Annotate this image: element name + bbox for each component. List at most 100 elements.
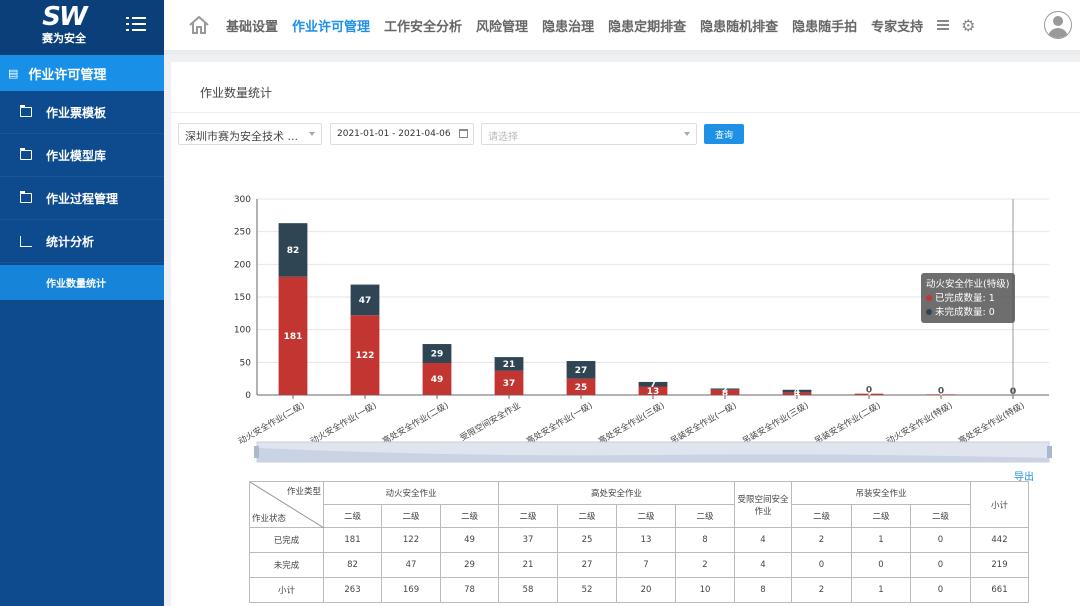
y-tick-label: 50 xyxy=(240,358,252,368)
table-row: 未完成 82 47 29 21 27 7 2 4 0 0 0 219 xyxy=(249,552,1029,578)
table-cell: 58 xyxy=(498,577,558,603)
avatar[interactable] xyxy=(1044,11,1072,39)
table-cell: 263 xyxy=(323,577,382,603)
corner-type-label: 作业类型 xyxy=(286,487,321,497)
table-total-header: 小计 xyxy=(970,481,1029,528)
y-tick-label: 200 xyxy=(234,260,251,270)
company-select[interactable]: 深圳市赛为安全技术 ... xyxy=(178,123,322,145)
bar-data-label: 7 xyxy=(650,380,656,390)
table-cell: 1 xyxy=(851,527,911,553)
table-cell: 8 xyxy=(675,527,735,553)
bar-data-label: 21 xyxy=(503,360,516,370)
tooltip-marker xyxy=(926,295,932,301)
gear-icon[interactable]: ⚙ xyxy=(961,16,975,35)
nav-snapshot[interactable]: 隐患随手拍 xyxy=(792,16,857,35)
bar-data-label: 2 xyxy=(722,385,728,395)
nav-base-settings[interactable]: 基础设置 xyxy=(226,16,278,35)
sidebar-subitem-count-stats[interactable]: 作业数量统计 xyxy=(0,265,164,300)
table-cell: 2 xyxy=(675,552,735,578)
nav-risk-management[interactable]: 风险管理 xyxy=(476,16,528,35)
table-cell: 21 xyxy=(498,552,558,578)
bar-data-label: 29 xyxy=(431,350,444,360)
sidebar-item-label: 作业票模板 xyxy=(46,105,107,120)
table-cell: 78 xyxy=(440,577,499,603)
table-cell: 0 xyxy=(791,552,852,578)
tooltip-title: 动火安全作业(特级) xyxy=(926,278,1009,290)
table-cell: 4 xyxy=(734,527,792,553)
logo-name: 赛为安全 xyxy=(42,32,86,45)
table-cell: 2 xyxy=(791,577,852,603)
sidebar-item-analysis[interactable]: 统计分析 xyxy=(0,220,164,263)
tooltip-line: 未完成数量: 0 xyxy=(935,306,995,318)
bar-data-label: 47 xyxy=(359,296,372,306)
x-tick-label: 高处安全作业(一级) xyxy=(524,400,594,447)
home-icon[interactable] xyxy=(188,15,210,35)
table-cell: 29 xyxy=(440,552,499,578)
page-title: 作业数量统计 xyxy=(200,86,273,100)
sidebar-item-process[interactable]: 作业过程管理 xyxy=(0,177,164,220)
table-cell: 8 xyxy=(734,577,792,603)
table-row-label: 已完成 xyxy=(249,527,324,553)
y-tick-label: 250 xyxy=(234,228,251,238)
table-level-header: 二级 xyxy=(675,504,735,528)
top-navbar: 基础设置 作业许可管理 工作安全分析 风险管理 隐患治理 隐患定期排查 隐患随机… xyxy=(164,0,1080,55)
stats-table: 作业类型 作业状态 动火安全作业 高处安全作业 受限空间安全作业 吊装安全作业 小计 二级二… xyxy=(249,481,1029,603)
table-cell: 27 xyxy=(557,552,617,578)
bar-data-label: 0 xyxy=(866,386,872,396)
job-type-select[interactable]: 请选择 xyxy=(481,123,697,145)
logo: SW 赛为安全 xyxy=(18,4,110,46)
table-row-label: 未完成 xyxy=(249,552,324,578)
more-menu-icon[interactable] xyxy=(937,18,950,32)
table-group-header: 高处安全作业 xyxy=(498,481,735,505)
table-cell: 122 xyxy=(381,527,441,553)
bar-data-label: 82 xyxy=(287,246,300,256)
permit-icon: ▤ xyxy=(8,66,19,80)
table-level-header: 二级 xyxy=(381,504,441,528)
x-tick-label: 吊装安全作业(三级) xyxy=(740,400,810,447)
bar-data-label: 37 xyxy=(503,379,516,389)
table-level-header: 二级 xyxy=(323,504,382,528)
date-range-input[interactable]: 2021-01-01 - 2021-04-06 xyxy=(330,123,474,145)
zoom-handle-right[interactable] xyxy=(1047,446,1052,458)
menu-toggle-icon[interactable] xyxy=(126,13,146,37)
table-cell: 442 xyxy=(970,527,1029,553)
bar-data-label: 181 xyxy=(284,332,303,342)
sidebar-item-label: 作业模型库 xyxy=(46,148,107,163)
logo-bar: SW 赛为安全 xyxy=(0,0,164,55)
bar-data-label: 25 xyxy=(575,383,588,393)
calendar-icon xyxy=(459,129,468,138)
nav-random-check[interactable]: 隐患随机排查 xyxy=(700,16,778,35)
app-root: SW 赛为安全 ▤ 作业许可管理 作业票模板 作业模型库 作业过程管理 统计分析 xyxy=(0,0,1080,606)
sidebar-item-template[interactable]: 作业票模板 xyxy=(0,91,164,134)
table-level-header: 二级 xyxy=(910,504,971,528)
tooltip-marker xyxy=(926,309,932,315)
table-cell: 0 xyxy=(851,552,911,578)
nav-job-safety-analysis[interactable]: 工作安全分析 xyxy=(384,16,462,35)
table-cell: 52 xyxy=(557,577,617,603)
folder-icon xyxy=(20,148,32,160)
x-tick-label: 动火安全作业(二级) xyxy=(236,400,306,447)
sidebar-section-header[interactable]: ▤ 作业许可管理 xyxy=(0,55,164,91)
table-cell: 25 xyxy=(557,527,617,553)
table-cell: 0 xyxy=(910,527,971,553)
sidebar-item-model[interactable]: 作业模型库 xyxy=(0,134,164,177)
nav-expert-support[interactable]: 专家支持 xyxy=(871,16,923,35)
zoom-handle-left[interactable] xyxy=(254,446,259,458)
table-row-label: 小计 xyxy=(249,577,324,603)
x-tick-label: 动火安全作业(一级) xyxy=(308,400,378,447)
nav-permit-management[interactable]: 作业许可管理 xyxy=(292,16,370,35)
nav-periodic-check[interactable]: 隐患定期排查 xyxy=(608,16,686,35)
table-level-header: 二级 xyxy=(498,504,558,528)
chevron-down-icon xyxy=(309,132,315,136)
table-level-header: 二级 xyxy=(851,504,911,528)
query-button[interactable]: 查询 xyxy=(704,124,744,144)
table-cell: 4 xyxy=(734,552,792,578)
x-tick-label: 高处安全作业(特级) xyxy=(956,400,1026,447)
company-select-value: 深圳市赛为安全技术 ... xyxy=(185,130,298,143)
job-type-placeholder: 请选择 xyxy=(488,132,518,143)
nav-hazard-governance[interactable]: 隐患治理 xyxy=(542,16,594,35)
table-level-header: 二级 xyxy=(791,504,852,528)
table-cell: 7 xyxy=(616,552,676,578)
table-row: 已完成 181 122 49 37 25 13 8 4 2 1 0 442 xyxy=(249,527,1029,553)
table-cell: 49 xyxy=(440,527,499,553)
